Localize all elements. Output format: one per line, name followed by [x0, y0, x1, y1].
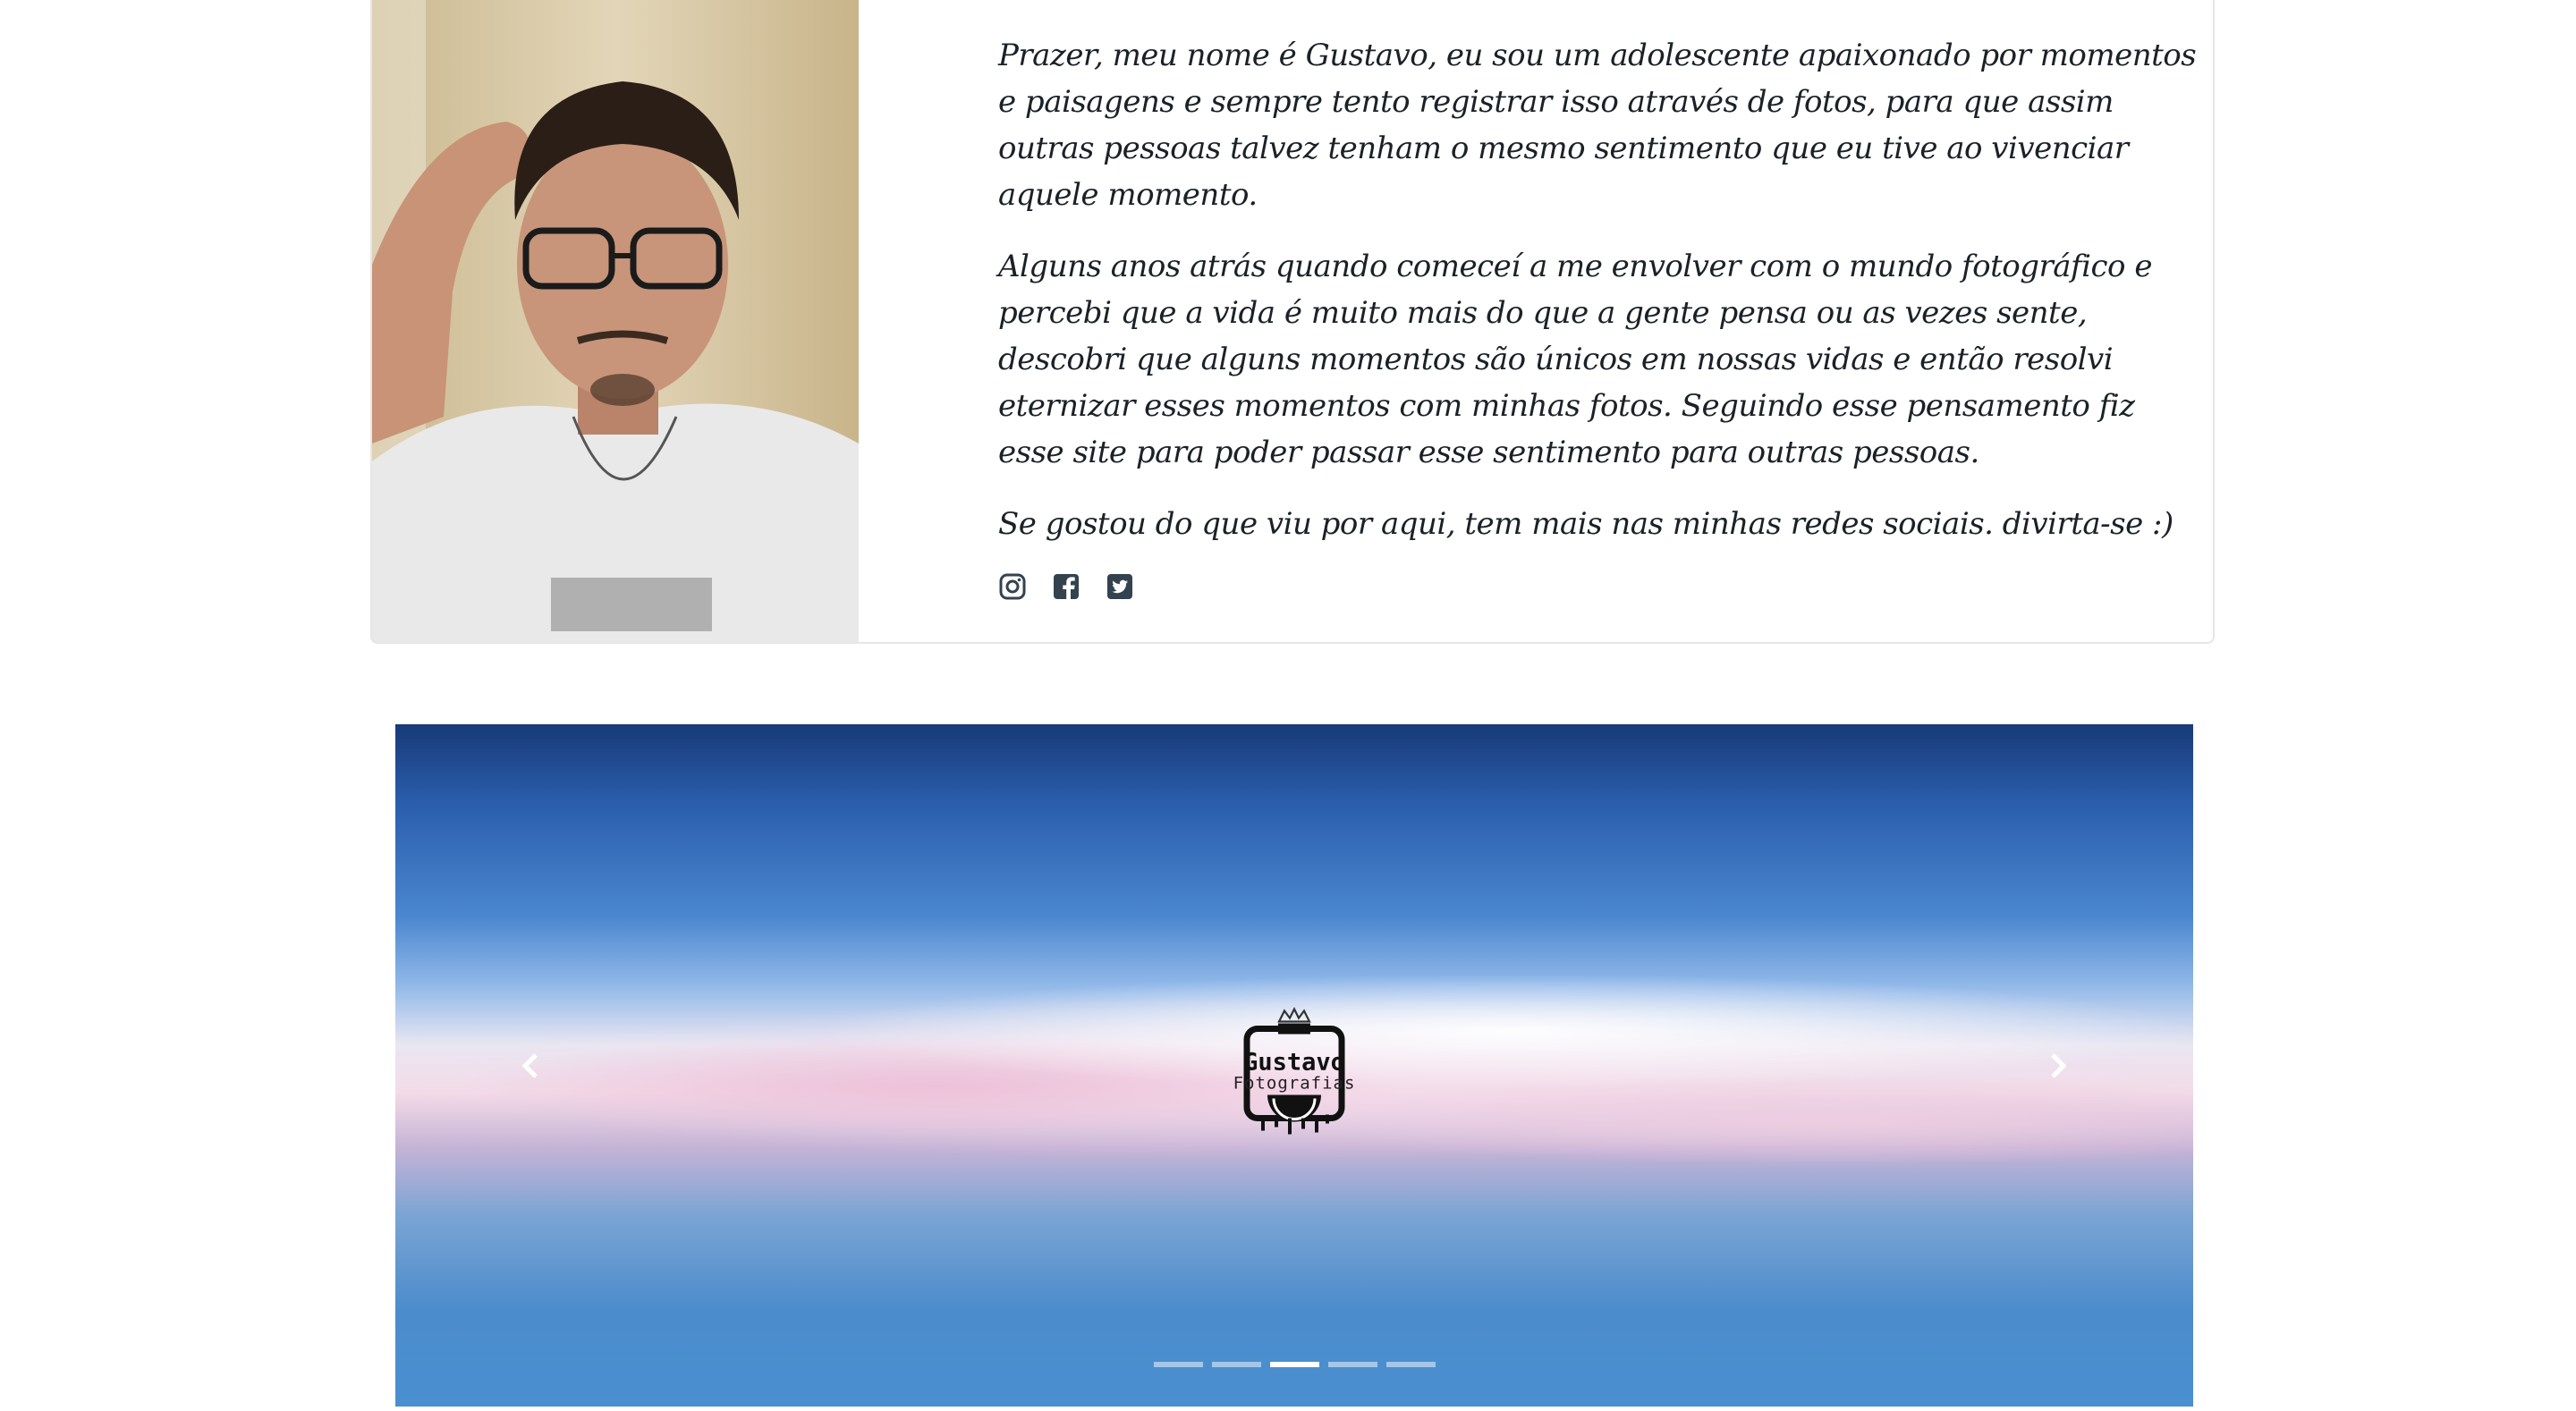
social-links	[998, 572, 2206, 601]
carousel-indicator-2[interactable]	[1211, 1362, 1261, 1367]
about-card: Prazer, meu nome é Gustavo, eu sou um ad…	[370, 0, 2215, 644]
carousel-indicator-1[interactable]	[1153, 1362, 1203, 1367]
instagram-icon[interactable]	[998, 572, 1027, 601]
profile-photo-illustration	[372, 0, 859, 642]
about-text: Prazer, meu nome é Gustavo, eu sou um ad…	[998, 32, 2206, 601]
carousel-indicators	[395, 1362, 2193, 1367]
about-paragraph-2: Alguns anos atrás quando comeceí a me en…	[998, 249, 2152, 470]
carousel-indicator-5[interactable]	[1385, 1362, 1436, 1367]
chevron-right-icon	[2051, 1052, 2067, 1078]
brand-logo: Gustavo Fotografias	[1227, 1005, 1361, 1139]
facebook-icon[interactable]	[1052, 572, 1080, 601]
carousel-next-button[interactable]	[2030, 1039, 2084, 1093]
about-paragraph-1: Prazer, meu nome é Gustavo, eu sou um ad…	[998, 38, 2197, 213]
about-paragraph-3: Se gostou do que viu por aqui, tem mais …	[998, 506, 2174, 542]
logo-subtitle: Fotografias	[1233, 1073, 1356, 1093]
carousel-indicator-3[interactable]	[1269, 1362, 1319, 1367]
carousel-indicator-4[interactable]	[1327, 1362, 1377, 1367]
carousel-prev-button[interactable]	[504, 1039, 558, 1093]
logo-title: Gustavo	[1243, 1048, 1345, 1076]
twitter-icon[interactable]	[1106, 572, 1134, 601]
photo-carousel: Gustavo Fotografias	[395, 724, 2193, 1407]
chevron-left-icon	[521, 1052, 538, 1078]
profile-photo	[372, 0, 859, 642]
